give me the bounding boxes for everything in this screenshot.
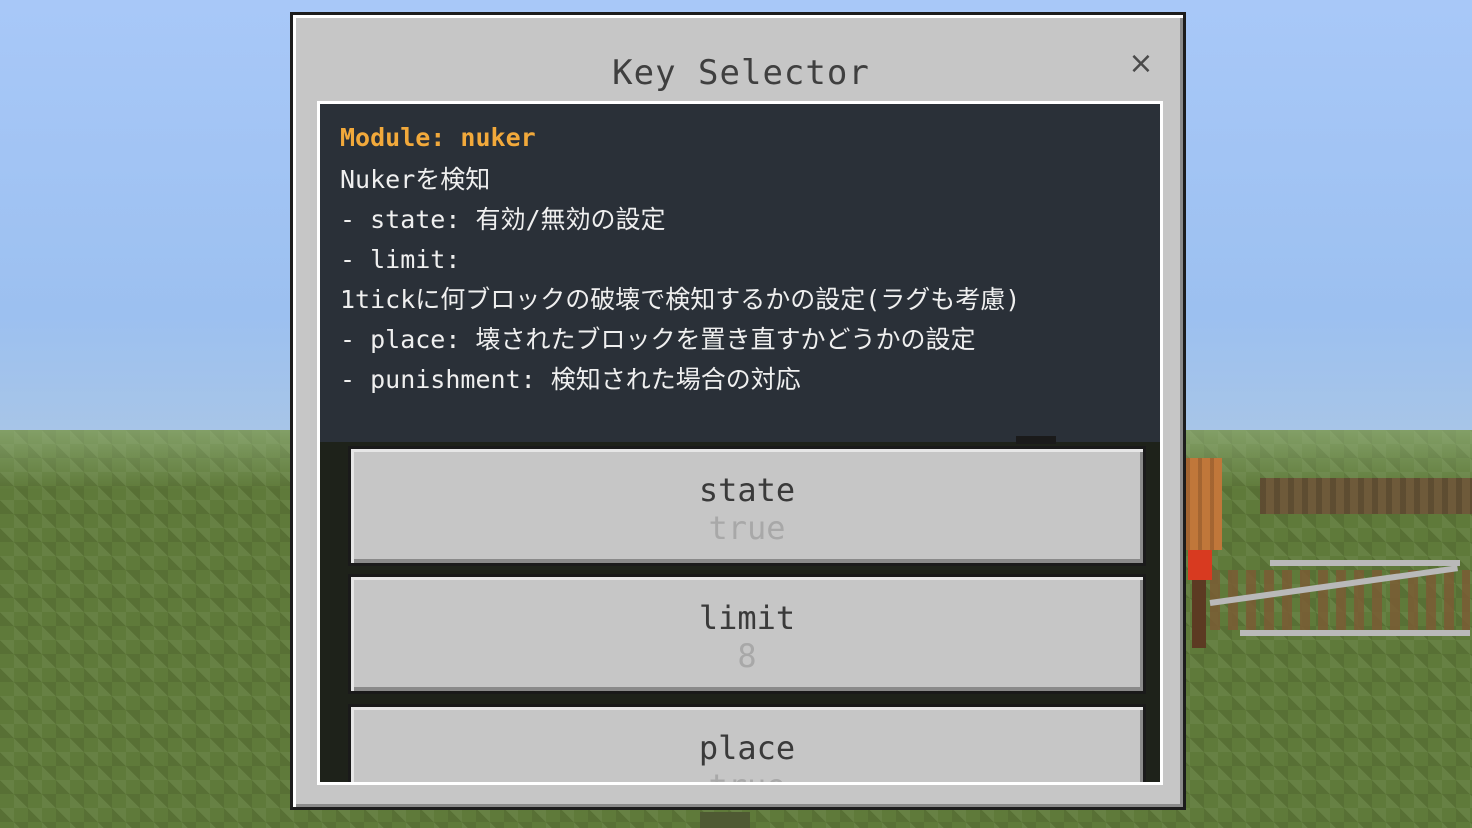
dirt-patch	[1260, 478, 1472, 514]
close-button[interactable]: ×	[1125, 45, 1157, 81]
description-line: - punishment: 検知された場合の対応	[340, 365, 801, 394]
description-line: - state: 有効/無効の設定	[340, 205, 666, 234]
description-line: 1tickに何ブロックの破壊で検知するかの設定(ラグも考慮)	[340, 285, 1021, 314]
close-icon: ×	[1128, 45, 1154, 81]
option-value: 8	[737, 637, 757, 675]
ground-block	[700, 812, 750, 828]
option-value: true	[351, 767, 1143, 782]
dialog-title: Key Selector	[612, 53, 870, 93]
option-button-state[interactable]: state true	[348, 446, 1146, 566]
minecart-rails	[1200, 540, 1472, 650]
scroll-view[interactable]: Module: nuker Nukerを検知 - state: 有効/無効の設定…	[320, 104, 1160, 782]
dialog-content: Module: nuker Nukerを検知 - state: 有効/無効の設定…	[317, 101, 1163, 785]
description-line: - place: 壊されたブロックを置き直すかどうかの設定	[340, 325, 976, 354]
module-description: Module: nuker Nukerを検知 - state: 有効/無効の設定…	[320, 104, 1160, 442]
option-list: state true limit 8 place true	[320, 436, 1160, 782]
option-name: place	[698, 729, 796, 767]
option-name: limit	[698, 599, 796, 637]
option-value: true	[708, 509, 786, 547]
option-button-limit[interactable]: limit 8	[348, 574, 1146, 694]
description-line: Nukerを検知	[340, 165, 491, 194]
module-title: Module: nuker	[340, 123, 536, 152]
key-selector-dialog: Key Selector × Module: nuker Nukerを検知 - …	[290, 12, 1186, 810]
fence-post-with-torch	[1186, 458, 1222, 648]
option-name: state	[698, 471, 796, 509]
description-line: - limit:	[340, 245, 461, 274]
option-button-place[interactable]: place true	[348, 704, 1146, 782]
